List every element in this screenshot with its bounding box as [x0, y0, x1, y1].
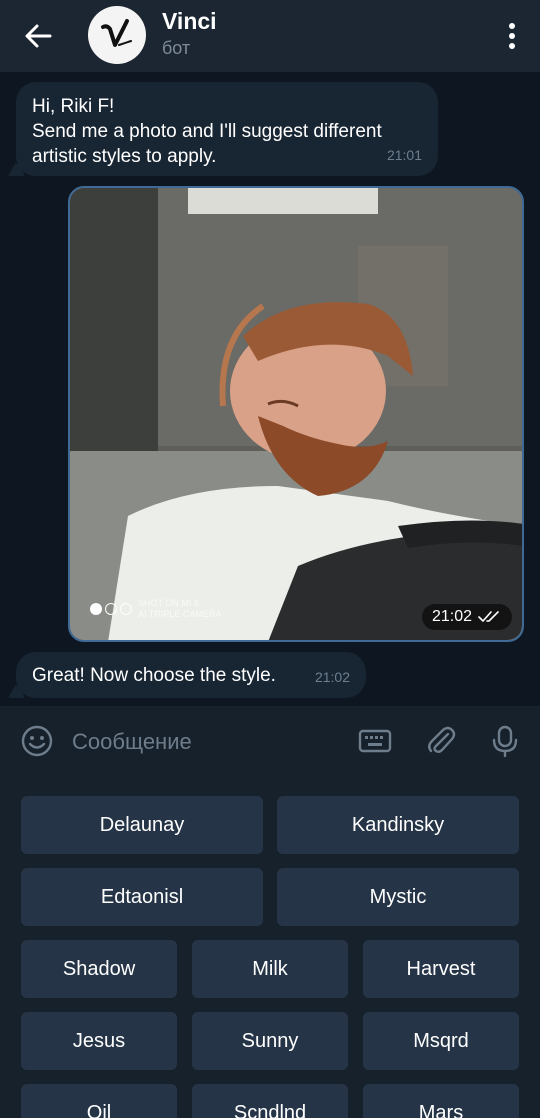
outgoing-photo-message[interactable]: SHOT ON MI 8 AI TRIPLE CAMERA 21:02	[68, 186, 524, 642]
emoji-button[interactable]	[20, 724, 54, 758]
photo-image	[70, 188, 522, 640]
style-button-mars[interactable]: Mars	[363, 1084, 519, 1118]
keyboard-icon	[358, 729, 392, 753]
bubble-tail	[8, 162, 24, 176]
more-dot	[509, 23, 515, 29]
incoming-message[interactable]: Great! Now choose the style. 21:02	[8, 652, 366, 698]
message-input[interactable]: Сообщение	[72, 729, 192, 755]
message-line: Hi, Riki F!	[32, 96, 115, 117]
bot-reply-keyboard: Delaunay Kandinsky Edtaonisl Mystic Shad…	[0, 776, 540, 1118]
style-button-oil[interactable]: Oil	[21, 1084, 177, 1118]
watermark-line: AI TRIPLE CAMERA	[138, 609, 222, 619]
emoji-icon	[21, 725, 53, 757]
chat-subtitle: бот	[162, 38, 191, 58]
style-button-edtaonisl[interactable]: Edtaonisl	[21, 868, 263, 926]
incoming-message[interactable]: Hi, Riki F! Send me a photo and I'll sug…	[8, 82, 438, 176]
more-dot	[509, 33, 515, 39]
chat-header: Vinci бот	[0, 0, 540, 72]
vinci-logo-icon	[101, 19, 132, 47]
style-button-scndlnd[interactable]: Scndlnd	[192, 1084, 348, 1118]
bot-keyboard-button[interactable]	[358, 724, 392, 758]
voice-record-button[interactable]	[488, 724, 522, 758]
avatar[interactable]	[88, 6, 146, 64]
microphone-icon	[492, 725, 518, 758]
chat-messages[interactable]: Hi, Riki F! Send me a photo and I'll sug…	[0, 72, 540, 706]
paperclip-icon	[428, 726, 456, 753]
style-button-shadow[interactable]: Shadow	[21, 940, 177, 998]
style-button-sunny[interactable]: Sunny	[192, 1012, 348, 1070]
message-time: 21:02	[431, 608, 472, 625]
message-time: 21:02	[314, 669, 350, 685]
watermark-line: SHOT ON MI 8	[138, 598, 199, 608]
style-button-mystic[interactable]: Mystic	[277, 868, 519, 926]
style-button-kandinsky[interactable]: Kandinsky	[277, 796, 519, 854]
photo-time-badge: 21:02	[421, 604, 512, 630]
bubble-tail	[8, 684, 24, 698]
arrow-left-icon	[25, 24, 52, 48]
more-menu-button[interactable]	[506, 20, 518, 52]
attach-button[interactable]	[424, 724, 458, 758]
style-button-milk[interactable]: Milk	[192, 940, 348, 998]
chat-title[interactable]: Vinci	[162, 8, 217, 35]
photo-watermark: SHOT ON MI 8 AI TRIPLE CAMERA	[90, 598, 221, 620]
message-text: Great! Now choose the style.	[32, 665, 276, 686]
style-button-delaunay[interactable]: Delaunay	[21, 796, 263, 854]
message-line: Send me a photo and I'll suggest differe…	[32, 121, 382, 142]
style-button-msqrd[interactable]: Msqrd	[363, 1012, 519, 1070]
back-button[interactable]	[20, 20, 56, 52]
camera-dots-icon	[90, 603, 132, 615]
message-input-bar: Сообщение	[0, 706, 540, 776]
more-dot	[509, 43, 515, 49]
style-button-harvest[interactable]: Harvest	[363, 940, 519, 998]
message-line: artistic styles to apply.	[32, 146, 217, 167]
message-time: 21:01	[386, 147, 422, 163]
double-check-icon	[478, 611, 499, 622]
style-button-jesus[interactable]: Jesus	[21, 1012, 177, 1070]
